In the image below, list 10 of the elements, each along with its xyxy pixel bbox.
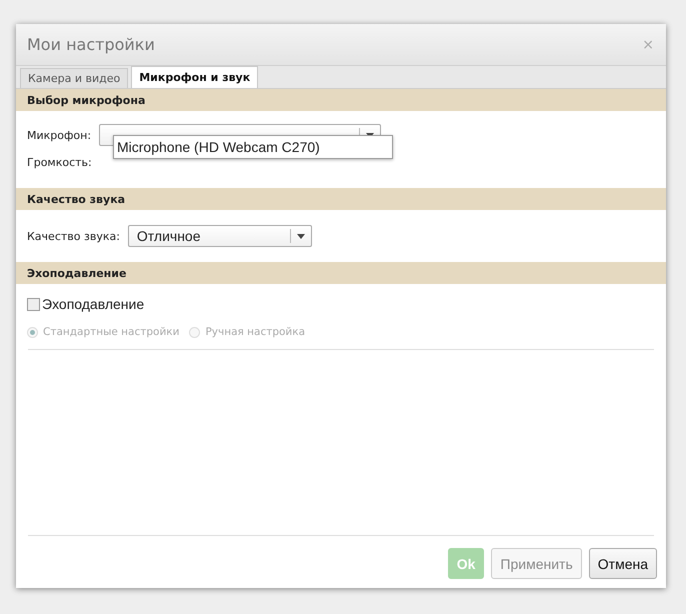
field-label: Громкость:: [27, 156, 92, 169]
section-header: Качество звука: [16, 188, 666, 210]
dialog-title: Мои настройки: [27, 35, 155, 54]
field-label: Качество звука:: [27, 230, 120, 242]
radio-label: Ручная настройка: [205, 326, 306, 338]
field-label: Микрофон:: [27, 128, 92, 142]
checkbox-label: Эхоподавление: [42, 296, 144, 312]
section-header: Эхоподавление: [16, 262, 666, 284]
section-header: Выбор микрофона: [16, 89, 666, 111]
radio-label: Стандартные настройки: [43, 326, 180, 338]
